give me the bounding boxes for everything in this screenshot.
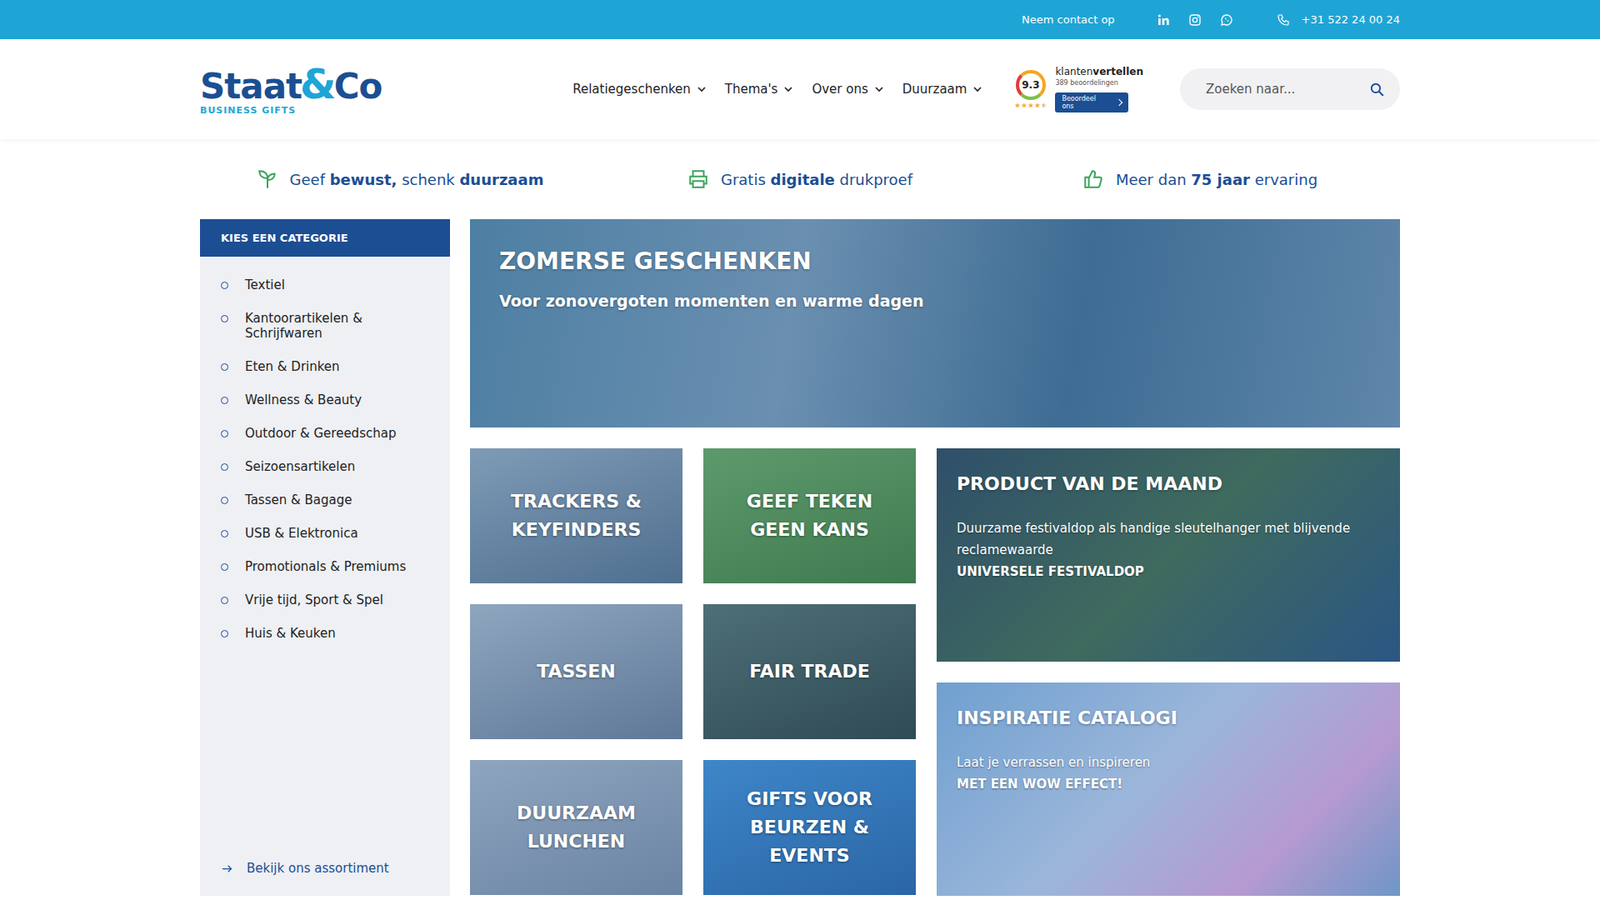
theme-tile[interactable]: FAIR TRADE — [703, 604, 916, 740]
phone-link[interactable]: +31 522 24 00 24 — [1276, 13, 1400, 27]
circle-icon — [220, 530, 229, 538]
sidebar-item[interactable]: Kantoorartikelen & Schrijfwaren — [220, 305, 417, 354]
circle-icon — [220, 630, 229, 638]
page: Neem contact op +31 522 24 00 24 Staat&CoB… — [0, 0, 1600, 900]
chevron-down-icon — [972, 84, 983, 95]
usp-row: Geef bewust, schenk duurzaam Gratis digit… — [200, 139, 1400, 220]
theme-tiles: TRACKERS & KEYFINDERSGEEF TEKEN GEEN KAN… — [470, 448, 916, 896]
sidebar-title: KIES EEN CATEGORIE — [200, 219, 450, 257]
sidebar-item[interactable]: Wellness & Beauty — [220, 386, 417, 420]
whatsapp-icon[interactable] — [1220, 13, 1234, 27]
top-bar: Neem contact op +31 522 24 00 24 — [0, 0, 1600, 40]
circle-icon — [220, 596, 229, 605]
circle-icon — [220, 430, 229, 438]
category-sidebar: KIES EEN CATEGORIE TextielKantoorartikele… — [200, 219, 450, 896]
usp-item: Gratis digitale drukproef — [687, 168, 913, 190]
sidebar-item[interactable]: Seizoensartikelen — [220, 453, 417, 487]
star-icon — [1027, 102, 1034, 109]
sidebar-item[interactable]: Vrije tijd, Sport & Spel — [220, 586, 417, 620]
circle-icon — [220, 281, 229, 290]
assortment-link[interactable]: Bekijk ons assortiment — [200, 860, 450, 896]
thumbs-up-icon — [1082, 168, 1105, 190]
linkedin-icon[interactable] — [1156, 13, 1170, 27]
header: Staat&CoBUSINESS GIFTS Relatiegeschenken T… — [0, 39, 1600, 140]
star-rating — [1014, 102, 1047, 109]
chevron-down-icon — [783, 84, 794, 95]
nav-item[interactable]: Duurzaam — [902, 81, 984, 97]
usp-item: Geef bewust, schenk duurzaam — [256, 168, 545, 190]
social-links — [1156, 13, 1234, 27]
content: KIES EEN CATEGORIE TextielKantoorartikele… — [200, 219, 1400, 900]
sidebar-item[interactable]: Huis & Keuken — [220, 620, 417, 654]
sidebar-item[interactable]: Eten & Drinken — [220, 353, 417, 387]
rating-widget: 9.3klantenvertellen389 beoordelingenBeoo… — [1014, 65, 1144, 113]
chevron-down-icon — [874, 84, 885, 95]
main-nav: Relatiegeschenken Thema's Over ons Duurzaam — [572, 81, 983, 97]
search-field[interactable]: Zoeken naar... — [1180, 68, 1400, 110]
theme-tile[interactable]: TRACKERS & KEYFINDERS — [470, 448, 683, 584]
score-badge: 9.3 — [1015, 70, 1046, 100]
instagram-icon[interactable] — [1188, 13, 1202, 27]
sprout-icon — [256, 168, 279, 190]
contact-link[interactable]: Neem contact op — [1021, 13, 1115, 26]
circle-icon — [220, 563, 229, 571]
star-icon — [1040, 102, 1047, 109]
theme-tile[interactable]: GEEF TEKEN GEEN KANS — [703, 448, 916, 584]
arrow-right-icon — [220, 862, 234, 875]
theme-tile[interactable]: DUURZAAM LUNCHEN — [470, 760, 683, 895]
nav-item[interactable]: Thema's — [725, 81, 795, 97]
usp-item: Meer dan 75 jaar ervaring — [1082, 168, 1318, 190]
star-icon — [1014, 102, 1020, 109]
search-icon[interactable] — [1369, 81, 1385, 98]
star-icon — [1034, 102, 1040, 109]
product-of-month-card[interactable]: PRODUCT VAN DE MAANDDuurzame festivaldop… — [936, 448, 1400, 662]
theme-tile[interactable]: TASSEN — [470, 604, 683, 740]
circle-icon — [220, 463, 229, 471]
hero-banner[interactable]: ZOMERSE GESCHENKENVoor zonovergoten mome… — [470, 219, 1400, 428]
printer-icon — [687, 168, 710, 190]
circle-icon — [220, 496, 229, 505]
star-icon — [1020, 102, 1027, 109]
chevron-down-icon — [696, 84, 707, 95]
sidebar-item[interactable]: USB & Elektronica — [220, 520, 417, 554]
logo[interactable]: Staat&CoBUSINESS GIFTS — [200, 63, 382, 115]
circle-icon — [220, 315, 229, 323]
sidebar-item[interactable]: Tassen & Bagage — [220, 486, 417, 520]
circle-icon — [220, 363, 229, 371]
theme-tile[interactable]: GIFTS VOOR BEURZEN & EVENTS — [703, 760, 916, 895]
circle-icon — [220, 396, 229, 405]
sidebar-item[interactable]: Textiel — [220, 271, 417, 305]
main-panel: ZOMERSE GESCHENKENVoor zonovergoten mome… — [470, 219, 1400, 896]
sidebar-item[interactable]: Outdoor & Gereedschap — [220, 420, 417, 454]
review-button[interactable]: Beoordeel ons — [1055, 92, 1129, 113]
phone-icon — [1276, 13, 1290, 27]
nav-item[interactable]: Relatiegeschenken — [572, 81, 707, 97]
catalog-card[interactable]: INSPIRATIE CATALOGILaat je verrassen en … — [936, 682, 1400, 896]
nav-item[interactable]: Over ons — [811, 81, 884, 97]
sidebar-item[interactable]: Promotionals & Premiums — [220, 553, 417, 587]
